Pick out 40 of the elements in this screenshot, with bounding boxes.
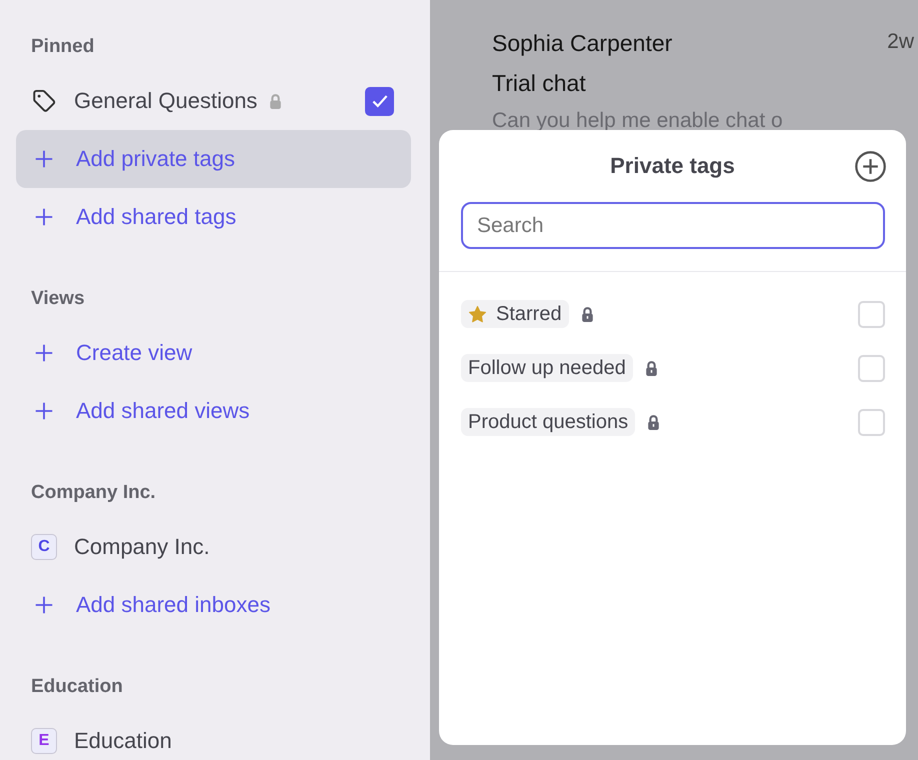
item-label: Add shared inboxes: [76, 592, 270, 618]
inbox-letter-icon: C: [31, 534, 57, 560]
search-field[interactable]: Search: [461, 202, 885, 249]
section-heading: Education: [30, 675, 124, 699]
section-heading: Pinned: [30, 35, 96, 59]
plus-icon: [33, 206, 55, 228]
sidebar-item[interactable]: Create view: [16, 324, 411, 382]
sidebar-item[interactable]: General Questions: [16, 72, 411, 130]
tag-chip[interactable]: Starred: [461, 300, 569, 328]
checkbox[interactable]: [365, 86, 394, 116]
tag-chip[interactable]: Product questions: [461, 408, 636, 436]
item-label: Add shared tags: [76, 204, 236, 230]
sidebar-item[interactable]: Add shared views: [16, 382, 411, 440]
item-label: Add shared views: [76, 398, 250, 424]
plus-icon: [33, 342, 55, 364]
sidebar-item[interactable]: E Education: [16, 712, 411, 760]
star-icon: [468, 304, 487, 324]
section-heading: Views: [30, 287, 86, 311]
sidebar-item[interactable]: Add shared inboxes: [16, 576, 411, 634]
item-label: Create view: [76, 340, 192, 366]
add-circle-icon[interactable]: [854, 150, 887, 183]
sidebar-item[interactable]: C Company Inc.: [16, 518, 411, 576]
item-label: General Questions: [74, 88, 258, 114]
plus-icon: [33, 148, 55, 170]
section-heading: Company Inc.: [30, 481, 157, 505]
tag-chip[interactable]: Follow up needed: [461, 354, 633, 382]
item-label: Add private tags: [76, 146, 235, 172]
popup-title: Private tags: [610, 153, 735, 179]
tag-icon: [31, 88, 57, 114]
timestamp: 2w: [887, 30, 914, 55]
plus-icon: [33, 594, 55, 616]
item-label: Education: [74, 728, 172, 754]
message-preview: Can you help me enable chat o: [492, 109, 784, 133]
conversation-subject: Trial chat: [492, 70, 587, 97]
inbox-letter-icon: E: [31, 728, 57, 754]
item-label: Company Inc.: [74, 534, 210, 560]
sidebar-item[interactable]: Add private tags: [16, 130, 411, 188]
sidebar-item[interactable]: Add shared tags: [16, 188, 411, 246]
plus-icon: [33, 400, 55, 422]
contact-name: Sophia Carpenter: [492, 30, 672, 57]
